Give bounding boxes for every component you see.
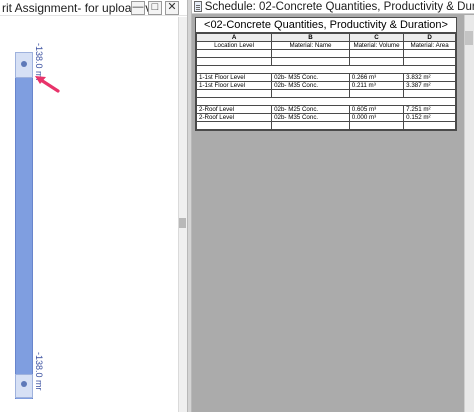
schedule-table: A B C D Location Level Material: Name Ma… — [195, 33, 456, 130]
arrow-icon — [35, 76, 60, 93]
elevation-bottom-grip-icon[interactable] — [21, 381, 27, 387]
blank-cell — [348, 57, 405, 66]
cell-location-level[interactable]: 2-Roof Level — [195, 105, 273, 114]
cell-material-area[interactable]: 0.152 m² — [403, 113, 456, 122]
cell-material-area[interactable]: 3.387 m² — [403, 81, 456, 90]
cell-location-level[interactable]: 1-1st Floor Level — [195, 81, 273, 90]
schedule-doc-icon — [194, 1, 202, 12]
blank-cell — [195, 121, 273, 130]
table-row[interactable]: 2-Roof Level 02b- M35 Conc. 0.000 m³ 0.1… — [195, 113, 456, 122]
blank-cell — [195, 57, 273, 66]
elevation-top-grip-icon[interactable] — [21, 61, 27, 67]
cell-material-volume[interactable]: 0.211 m³ — [348, 81, 405, 90]
blank-cell — [348, 89, 405, 98]
elevation-bottom-label: -138.0 mr — [34, 352, 44, 391]
table-row[interactable]: 1-1st Floor Level 02b- M35 Conc. 0.266 m… — [195, 73, 456, 82]
cell-location-level[interactable]: 1-1st Floor Level — [195, 73, 273, 82]
blank-cell — [403, 121, 456, 130]
blank-row — [195, 121, 456, 130]
blank-cell — [348, 121, 405, 130]
cell-location-level[interactable]: 2-Roof Level — [195, 113, 273, 122]
cell-material-area[interactable]: 7.251 m² — [403, 105, 456, 114]
left-vertical-scrollbar[interactable] — [178, 17, 187, 412]
table-row[interactable]: 1-1st Floor Level 02b- M35 Conc. 0.211 m… — [195, 81, 456, 90]
cell-material-name[interactable]: 02b- M35 Conc. — [271, 113, 350, 122]
schedule-view-titlebar[interactable]: Schedule: 02-Concrete Quantities, Produc… — [192, 0, 474, 14]
blank-cell — [271, 49, 350, 58]
blank-cell — [403, 49, 456, 58]
blank-row — [195, 89, 456, 98]
minimize-button[interactable]: — — [131, 1, 145, 15]
cell-material-volume[interactable]: 0.266 m³ — [348, 73, 405, 82]
schedule-scrollbar-thumb[interactable] — [465, 31, 473, 45]
elevation-element-bar[interactable] — [15, 52, 33, 399]
blank-cell — [403, 89, 456, 98]
cell-material-volume[interactable]: 0.605 m³ — [348, 105, 405, 114]
blank-cell — [348, 49, 405, 58]
column-header-material-area[interactable]: Material: Area — [403, 41, 456, 50]
column-letter[interactable]: B — [271, 33, 350, 42]
group-separator-cell — [196, 65, 456, 74]
cell-material-area[interactable]: 3.832 m² — [403, 73, 456, 82]
column-letter[interactable]: A — [195, 33, 273, 42]
column-header-material-volume[interactable]: Material: Volume — [348, 41, 405, 50]
cell-material-name[interactable]: 02b- M25 Conc. — [271, 105, 350, 114]
left-window-controls: — □ ✕ — [131, 1, 179, 15]
group-separator — [196, 65, 456, 74]
column-header-location-level[interactable]: Location Level — [195, 41, 273, 50]
group-separator — [196, 97, 456, 106]
column-header-material-name[interactable]: Material: Name — [271, 41, 350, 50]
left-view-titlebar[interactable]: rit Assignment- for upload.rvt — □ ✕ — [0, 0, 187, 16]
cell-material-name[interactable]: 02b- M35 Conc. — [271, 81, 350, 90]
schedule-table-container: <02-Concrete Quantities, Productivity & … — [195, 17, 457, 131]
column-letter-row: A B C D — [195, 33, 456, 42]
schedule-sheet: <02-Concrete Quantities, Productivity & … — [192, 15, 474, 412]
schedule-view-window: Schedule: 02-Concrete Quantities, Produc… — [192, 0, 474, 412]
left-view-window: rit Assignment- for upload.rvt — □ ✕ -13… — [0, 0, 187, 412]
group-separator-cell — [196, 97, 456, 106]
cell-material-name[interactable]: 02b- M35 Conc. — [271, 73, 350, 82]
maximize-button[interactable]: □ — [148, 1, 162, 15]
schedule-title[interactable]: <02-Concrete Quantities, Productivity & … — [196, 18, 456, 33]
column-letter[interactable]: C — [348, 33, 405, 42]
table-row[interactable]: 2-Roof Level 02b- M25 Conc. 0.605 m³ 7.2… — [195, 105, 456, 114]
close-button[interactable]: ✕ — [165, 1, 179, 15]
blank-cell — [195, 89, 273, 98]
column-header-row: Location Level Material: Name Material: … — [195, 41, 456, 50]
blank-cell — [271, 121, 350, 130]
blank-cell — [271, 89, 350, 98]
blank-cell — [271, 57, 350, 66]
left-scrollbar-thumb[interactable] — [179, 218, 186, 228]
schedule-vertical-scrollbar[interactable] — [464, 15, 474, 412]
blank-row — [195, 49, 456, 58]
schedule-view-title: Schedule: 02-Concrete Quantities, Produc… — [204, 0, 474, 13]
cell-material-volume[interactable]: 0.000 m³ — [348, 113, 405, 122]
blank-row — [195, 57, 456, 66]
column-letter[interactable]: D — [403, 33, 456, 42]
blank-cell — [403, 57, 456, 66]
blank-cell — [195, 49, 273, 58]
